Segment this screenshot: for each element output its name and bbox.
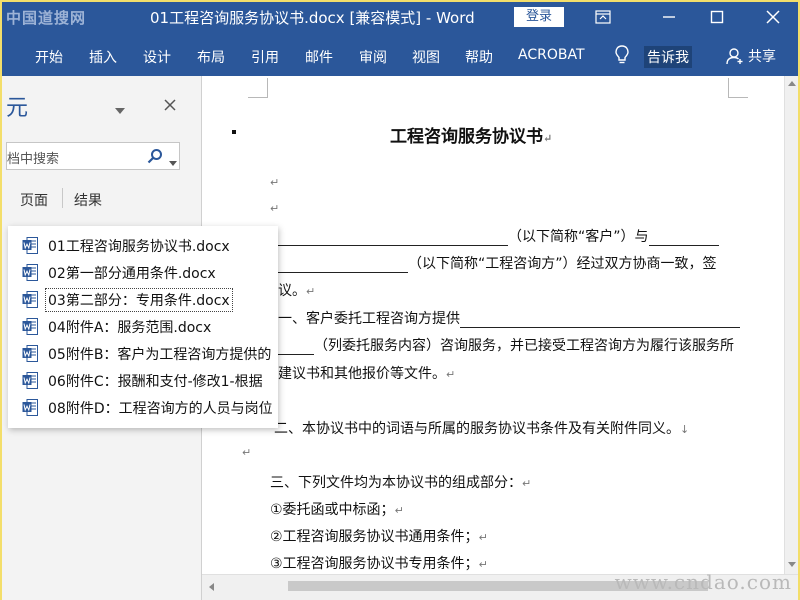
file-item-label: 03第二部分：专用条件.docx [48,292,230,309]
close-icon [164,99,176,111]
tab-references[interactable]: 引用 [251,47,279,67]
file-item[interactable]: 01工程咨询服务协议书.docx [8,232,278,259]
scroll-left-icon[interactable] [208,583,214,591]
doc-line-6: 建议书和其他报价等文件。↵ [278,366,456,382]
tab-acrobat[interactable]: ACROBAT [518,47,585,63]
tab-review[interactable]: 审阅 [359,47,387,67]
file-item[interactable]: 05附件B：客户为工程咨询方提供的 [8,340,278,367]
document-search-box[interactable]: 档中搜索 [6,142,180,170]
close-window-button[interactable] [750,2,796,32]
person-icon [726,48,743,65]
caret-down-icon [115,108,125,114]
doc-line-1: （以下简称“客户”）与 [278,226,719,246]
maximize-button[interactable] [694,2,740,32]
doc-line-10: ②工程咨询服务协议书通用条件；↵ [270,529,488,545]
word-document-icon [22,291,38,308]
share-label: 共享 [748,49,776,65]
caret-down-icon [169,161,177,166]
doc-line-8: 三、下列文件均为本协议书的组成部分：↵ [270,475,532,491]
word-document-icon [22,237,38,254]
window-title: 01工程咨询服务协议书.docx [兼容模式] - Word [150,9,475,27]
scroll-up-icon[interactable] [788,80,796,86]
pane-close-button[interactable] [164,96,176,115]
tab-home[interactable]: 开始 [35,47,63,67]
recent-files-dropdown: 01工程咨询服务协议书.docx 02第一部分通用条件.docx 03第二部分：… [8,226,278,428]
word-document-icon [22,264,38,281]
tab-divider [62,188,63,208]
login-button[interactable]: 登录 [514,7,564,27]
empty-paragraph: ↵ [270,176,280,189]
tab-design[interactable]: 设计 [143,47,171,67]
ribbon-display-icon [595,10,611,24]
tab-view[interactable]: 视图 [412,47,440,67]
file-item[interactable]: 06附件C：报酬和支付-修改1-根据 [8,367,278,394]
tab-insert[interactable]: 插入 [89,47,117,67]
doc-line-11: ③工程咨询服务协议书专用条件；↵ [270,556,488,572]
tell-me-search[interactable]: 告诉我 [644,46,692,68]
close-icon [766,10,780,24]
maximize-icon [710,10,724,24]
file-item-label: 02第一部分通用条件.docx [48,265,216,282]
word-document-icon [22,318,38,335]
scroll-down-icon[interactable] [788,562,796,568]
minimize-icon [663,16,675,18]
document-heading: 工程咨询服务协议书↵ [390,127,553,147]
watermark-bottom: www.cndao.com [614,570,792,594]
doc-line-3: 议。↵ [278,283,316,299]
doc-line-2: （以下简称“工程咨询方”）经过双方协商一致，签 [278,253,717,273]
bullet-mark [232,130,236,134]
minimize-button[interactable] [646,2,692,32]
file-item-selected[interactable]: 03第二部分：专用条件.docx [8,286,278,313]
empty-paragraph: ↵ [242,446,252,459]
lightbulb-icon [614,45,630,69]
margin-corner-mark [728,78,748,98]
search-placeholder: 档中搜索 [7,152,60,167]
file-item[interactable]: 02第一部分通用条件.docx [8,259,278,286]
file-item-label: 04附件A：服务范围.docx [48,319,212,336]
doc-line-7: 二、本协议书中的词语与所属的服务协议书条件及有关附件同义。↓ [274,421,690,437]
search-icon[interactable] [147,148,163,168]
ribbon-tabs-bar: 开始 插入 设计 布局 引用 邮件 审阅 视图 帮助 ACROBAT 告诉我 共… [2,34,798,76]
tab-pages[interactable]: 页面 [20,190,48,210]
file-item[interactable]: 04附件A：服务范围.docx [8,313,278,340]
file-item-label: 01工程咨询服务协议书.docx [48,238,230,255]
margin-corner-mark [248,78,268,98]
search-options-button[interactable] [169,152,177,171]
ribbon-display-options-button[interactable] [580,2,626,32]
file-item-label: 05附件B：客户为工程咨询方提供的 [48,346,272,363]
word-document-icon [22,399,38,416]
title-bar: 中国道搜网 01工程咨询服务协议书.docx [兼容模式] - Word 登录 [2,2,798,34]
doc-line-4: 一、客户委托工程咨询方提供 [278,308,740,328]
watermark-top: 中国道搜网 [6,9,87,27]
tab-results[interactable]: 结果 [74,190,102,210]
tab-layout[interactable]: 布局 [197,47,225,67]
share-button[interactable]: 共享 [726,46,776,66]
pane-options-button[interactable] [114,100,126,119]
doc-line-5: （列委托服务内容）咨询服务，并已接受工程咨询方为履行该服务所 [278,335,734,355]
word-document-icon [22,345,38,362]
file-item-label: 08附件D：工程咨询方的人员与岗位 [48,400,273,417]
tab-mailings[interactable]: 邮件 [305,47,333,67]
vertical-scrollbar[interactable] [784,76,798,574]
empty-paragraph: ↵ [270,202,280,215]
file-item-label: 06附件C：报酬和支付-修改1-根据 [48,373,263,390]
file-item[interactable]: 08附件D：工程咨询方的人员与岗位 [8,394,278,421]
navigation-pane-title: 元 [6,96,29,121]
word-document-icon [22,372,38,389]
tab-help[interactable]: 帮助 [465,47,493,67]
document-canvas[interactable]: 工程咨询服务协议书↵ ↵ ↵ （以下简称“客户”）与 （以下简称“工程咨询方”）… [202,76,798,600]
doc-line-9: ①委托函或中标函；↵ [270,502,404,518]
